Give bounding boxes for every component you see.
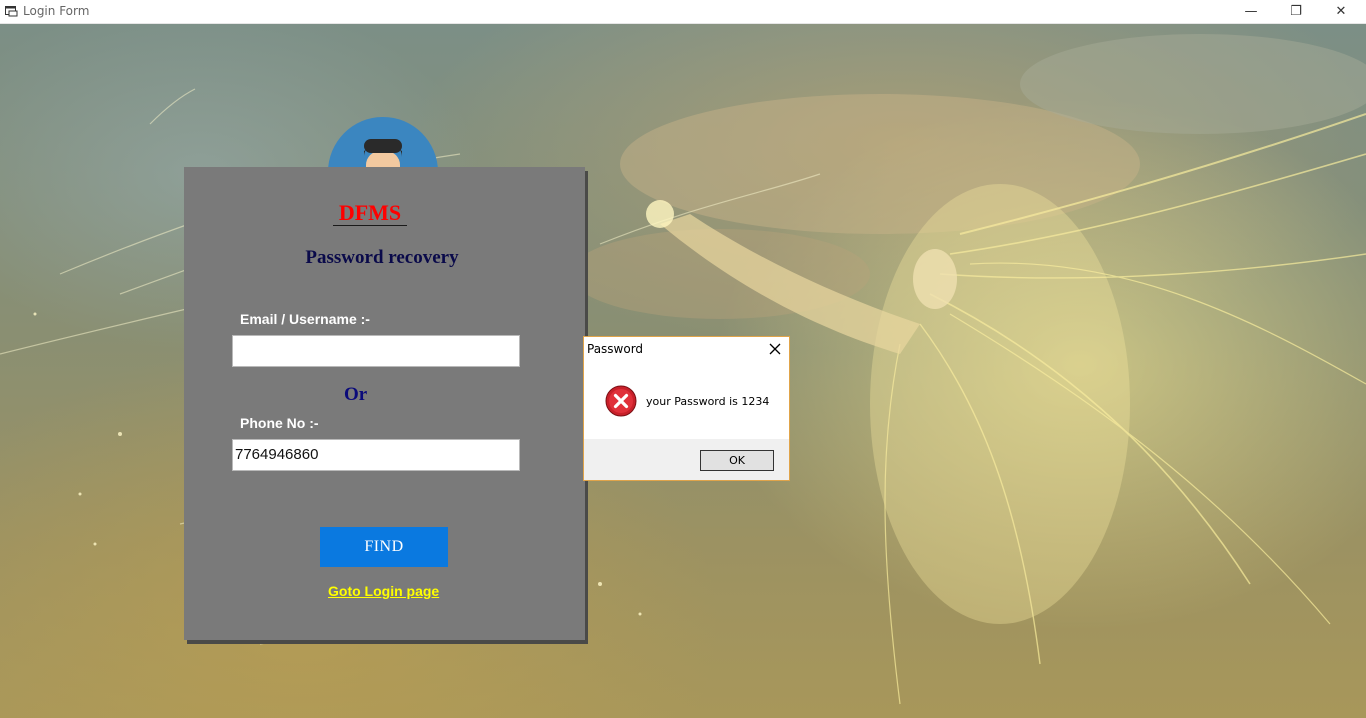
email-field[interactable] [232,335,520,367]
minimize-button[interactable]: — [1228,0,1274,23]
brand-title: DFMS [184,200,556,226]
close-button[interactable]: ✕ [1318,0,1364,23]
phone-field[interactable]: 7764946860 [232,439,520,471]
password-dialog: Password your Password is 1234 OK [583,336,790,481]
page-title: Password recovery [305,247,459,268]
window-title: Login Form [23,4,90,18]
email-label: Email / Username :- [240,311,370,327]
phone-label: Phone No :- [240,415,319,431]
restore-button[interactable]: ❐ [1273,0,1319,23]
brand-text: DFMS [332,200,408,226]
dialog-footer: OK [584,439,789,480]
dialog-title: Password [587,342,644,356]
goto-login-link[interactable]: Goto Login page [328,583,439,599]
error-icon [605,385,637,417]
password-recovery-panel: DFMS Password recovery Email / Username … [184,167,585,640]
window-title-bar: Login Form — ❐ ✕ [0,0,1366,24]
dialog-close-icon[interactable] [765,339,785,359]
or-label: Or [344,384,368,405]
ok-button[interactable]: OK [700,450,774,471]
dialog-message: your Password is 1234 [646,395,770,408]
app-window-icon [5,6,18,17]
find-button[interactable]: FIND [320,527,448,567]
